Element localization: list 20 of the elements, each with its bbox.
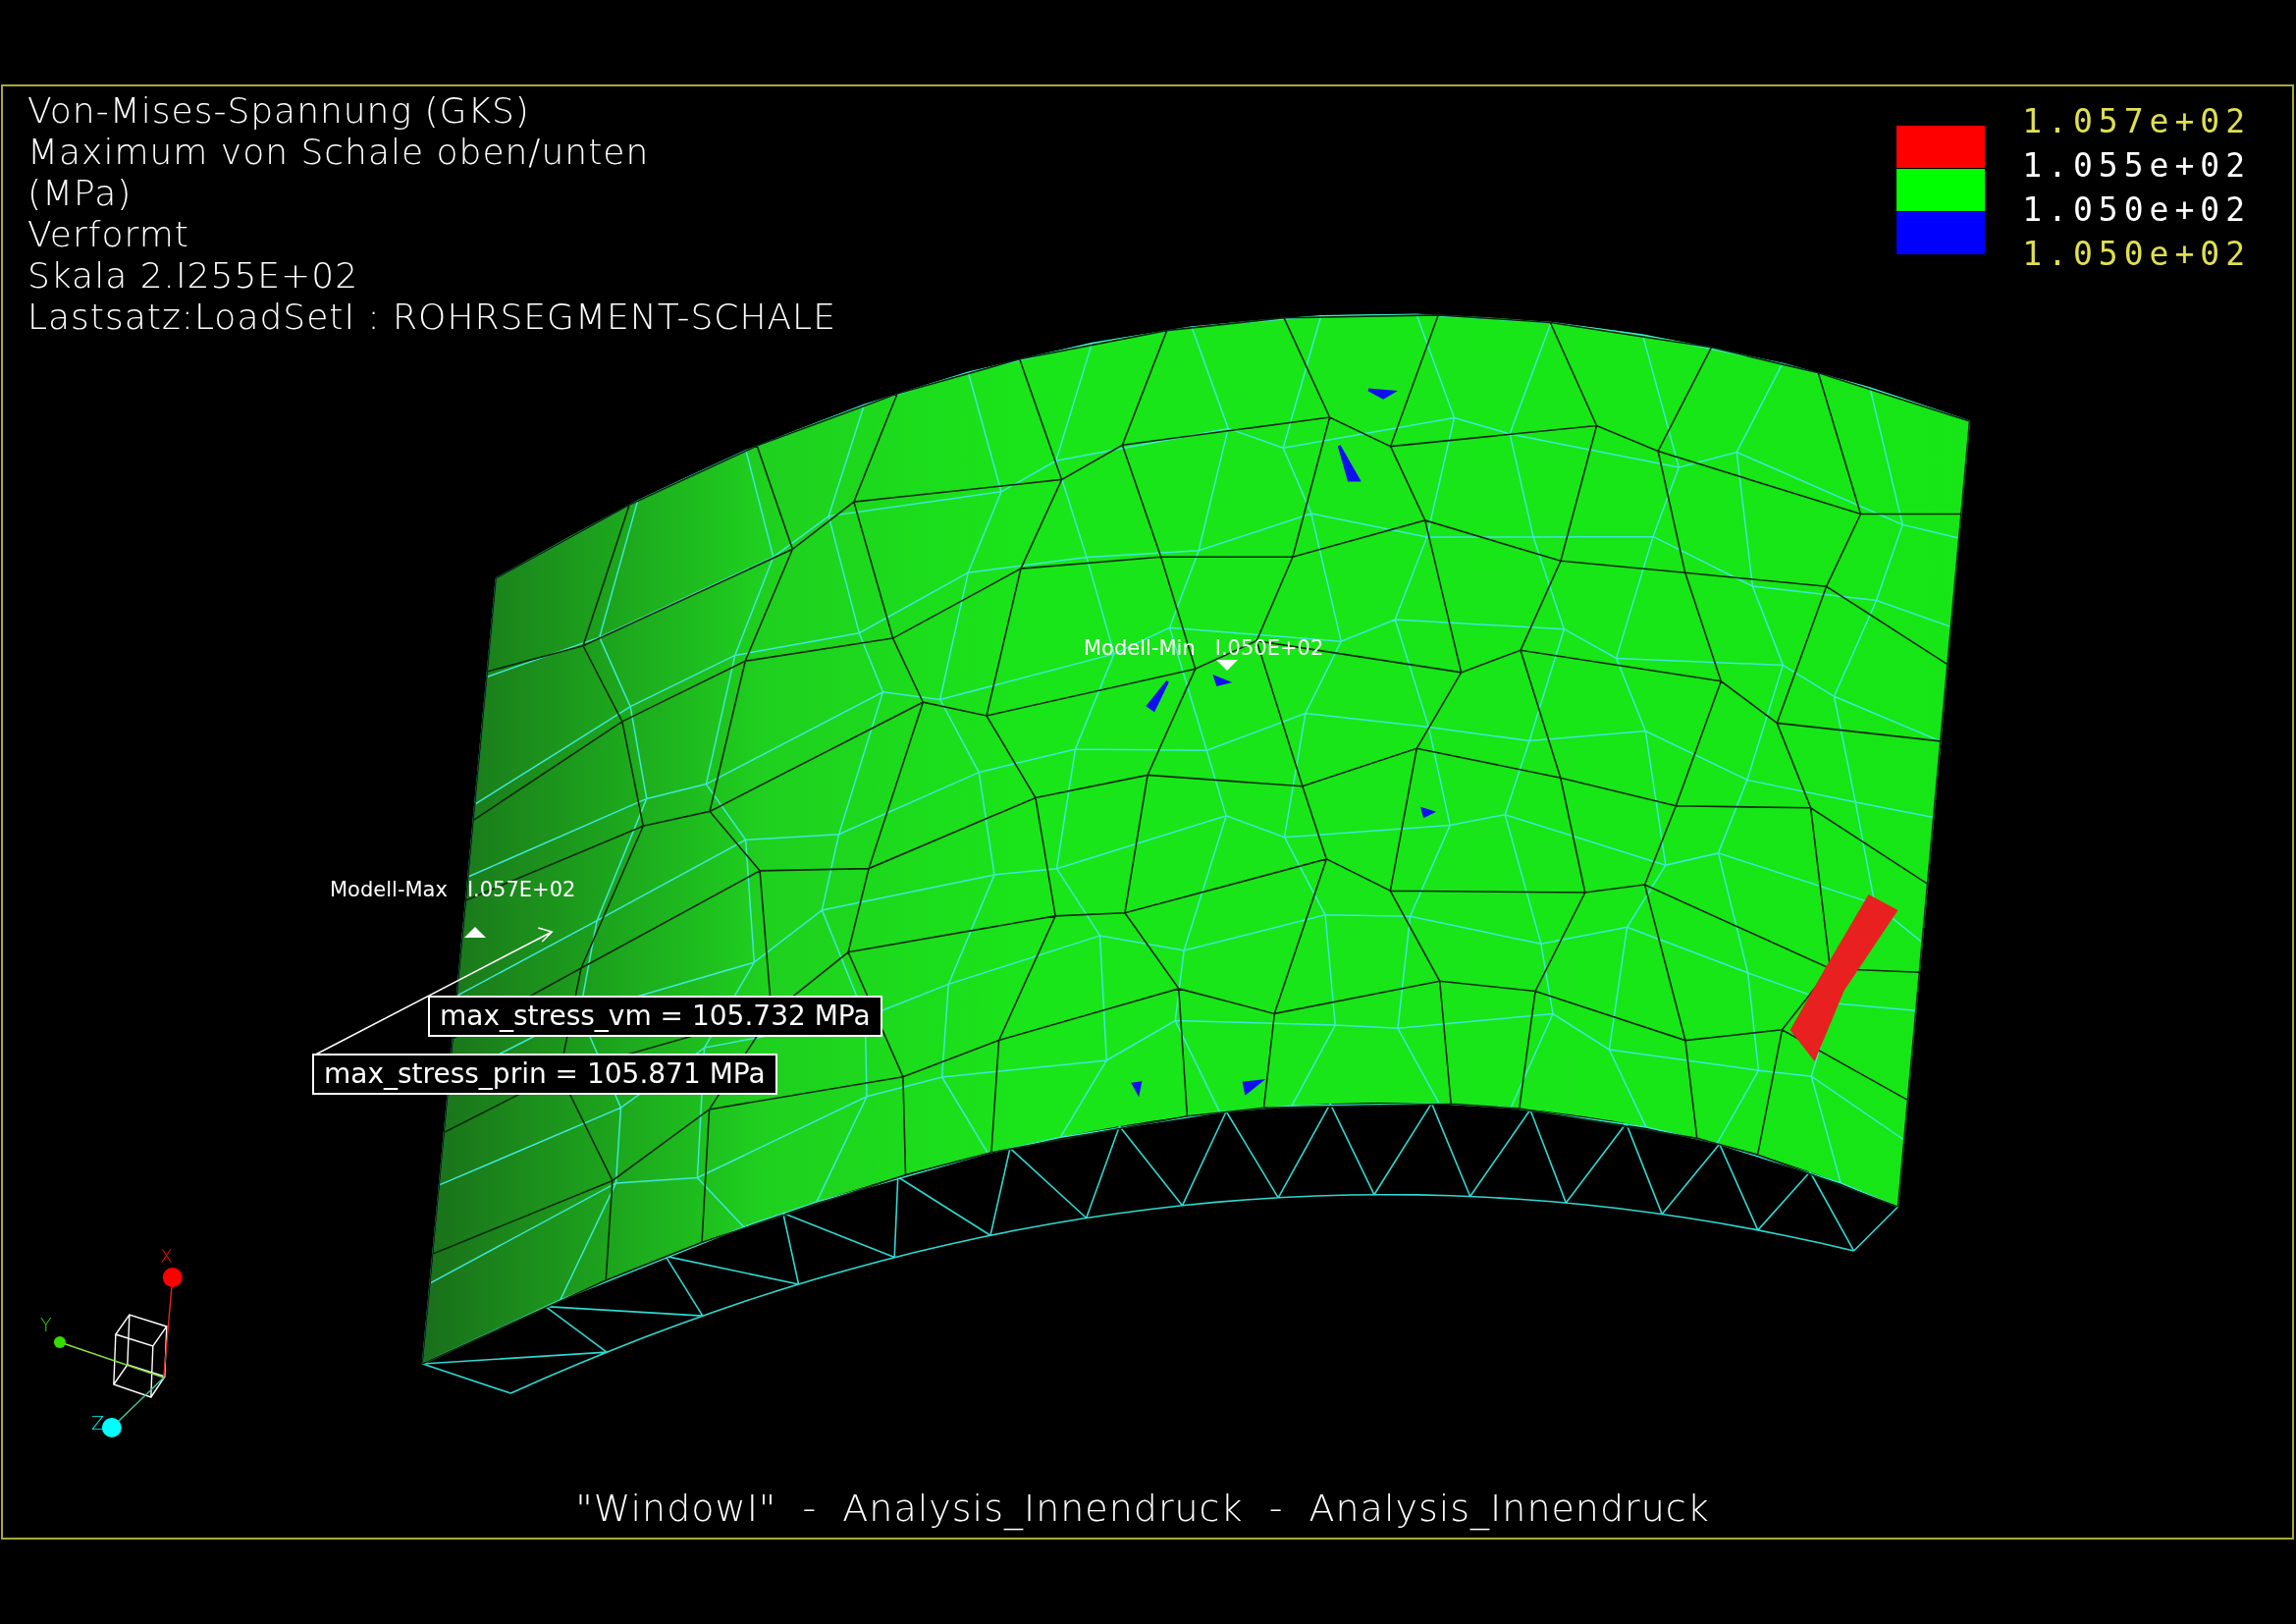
triangle-up-icon [464,927,486,938]
plot-title-line: (MPa) [27,173,133,214]
axis-label: Y [40,1314,52,1335]
legend-value: 1.057e+02 [2022,101,2251,142]
axis-label: Z [91,1412,105,1434]
window-caption: "WindowI" - Analysis_Innendruck - Analysis_Innendruck [575,1487,1710,1533]
legend-value: 1.050e+02 [2022,189,2251,231]
legend-value: 1.055e+02 [2022,145,2251,187]
legend-value: 1.050e+02 [2022,234,2251,275]
plot-title-line: Skala 2.I255E+02 [27,255,360,297]
axis-label: X [160,1245,174,1267]
result-annotation: max_stress_prin = 105.871 MPa [312,1054,777,1095]
plot-title-line: Von-Mises-Spannung (GKS) [27,90,531,132]
triangle-down-icon [1216,660,1238,671]
plot-title-line: Lastsatz:LoadSetI : ROHRSEGMENT-SCHALE [27,297,836,338]
plot-title-line: Maximum von Schale oben/unten [27,132,651,173]
marker-label: Modell-Max [330,878,448,901]
marker-value: I.057E+02 [466,878,576,901]
result-annotation: max_stress_vm = 105.732 MPa [428,996,882,1037]
plot-title-line: Verformt [27,214,190,255]
